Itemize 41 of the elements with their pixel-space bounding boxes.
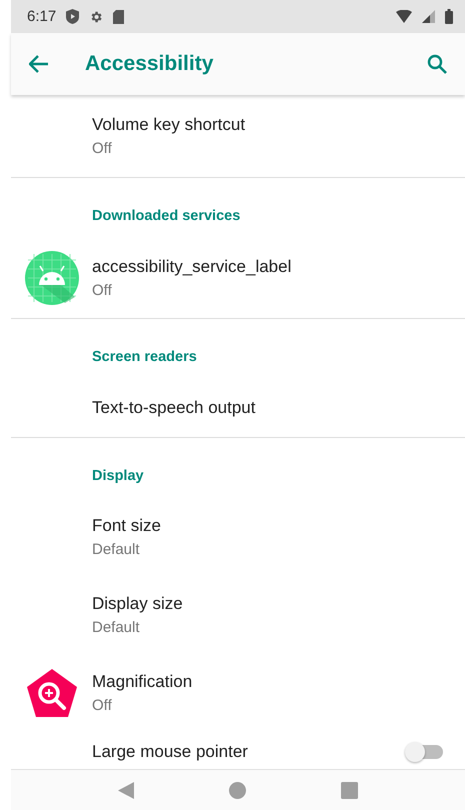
settings-item[interactable]: Display size Default <box>11 576 465 654</box>
settings-item[interactable]: Magnification Off <box>11 654 465 732</box>
item-title: Large mouse pointer <box>92 742 249 762</box>
item-title: accessibility_service_label <box>92 257 292 277</box>
wifi-icon <box>396 10 412 23</box>
recents-button[interactable] <box>338 780 360 800</box>
settings-item[interactable]: Large mouse pointer <box>11 732 465 769</box>
item-summary: Default <box>92 619 141 636</box>
back-nav-button[interactable] <box>116 780 136 800</box>
square-recents-icon <box>340 782 358 798</box>
signal-icon <box>422 10 435 23</box>
item-title: Display size <box>92 594 184 614</box>
home-button[interactable] <box>226 780 248 800</box>
settings-item[interactable]: accessibility_service_label Off <box>11 238 465 318</box>
category-header: Screen readers <box>91 348 198 367</box>
settings-item[interactable]: Font size Default <box>11 498 465 576</box>
settings-item[interactable]: Volume key shortcut Off <box>11 95 465 177</box>
status-time: 6:17 <box>27 8 56 25</box>
settings-item[interactable]: Text-to-speech output <box>11 379 465 437</box>
category-header: Downloaded services <box>91 207 242 226</box>
screen-title: Accessibility <box>85 52 214 76</box>
item-title: Volume key shortcut <box>92 115 246 135</box>
item-summary: Default <box>92 541 141 558</box>
shield-icon <box>66 9 80 24</box>
settings-icon <box>89 10 104 24</box>
battery-icon <box>445 9 453 24</box>
magnifier-app-icon <box>26 668 78 718</box>
category-header: Display <box>91 467 145 486</box>
item-summary: Off <box>92 282 113 299</box>
triangle-back-icon <box>118 782 134 798</box>
circle-home-icon <box>228 782 246 798</box>
search-icon <box>427 54 447 74</box>
item-summary: Off <box>92 697 113 714</box>
item-title: Text-to-speech output <box>92 398 256 418</box>
item-title: Magnification <box>92 672 194 692</box>
item-summary: Off <box>92 140 113 157</box>
toggle-switch[interactable] <box>407 745 443 759</box>
sd-card-icon <box>113 10 124 24</box>
item-title: Font size <box>92 516 162 536</box>
android-app-icon <box>24 251 78 305</box>
back-arrow-icon <box>29 55 49 73</box>
